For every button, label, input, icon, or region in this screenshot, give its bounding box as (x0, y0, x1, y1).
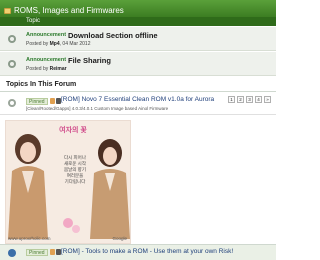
thread-row[interactable]: Pinned [ROM] Novo 7 Essential Clean ROM … (0, 93, 276, 115)
page-link[interactable]: 3 (246, 96, 253, 103)
thread-title-link[interactable]: [ROM] - Tools to make a ROM - Use them a… (61, 248, 233, 255)
announcement-row[interactable]: Announcement Download Section offline Po… (0, 27, 276, 51)
announcement-title-link[interactable]: Download Section offline (68, 31, 158, 40)
thread-title-link[interactable]: [ROM] Novo 7 Essential Clean ROM v1.0a f… (61, 96, 214, 103)
announcement-meta: Posted by Reimar (26, 66, 67, 72)
ad-copy: 다시 피어나 새로운 시작 봄날의 향기 여러분을 기다립니다 (53, 155, 97, 185)
announcement-label: Announcement (26, 57, 67, 63)
ad-line: 기다립니다 (64, 179, 86, 184)
forum-header: ROMS, Images and Firmwares (0, 0, 276, 17)
author-link[interactable]: Reimar (50, 66, 67, 72)
ad-url[interactable]: www.uproxrholic.com (8, 236, 51, 241)
ad-headline: 여자의 꽃 (59, 127, 87, 134)
announcement-icon (8, 60, 16, 68)
next-page-link[interactable]: » (264, 96, 271, 103)
column-header-topic[interactable]: Topic (0, 17, 276, 26)
attachment-icon (50, 98, 55, 104)
pinned-badge: Pinned (26, 98, 48, 105)
thread-status-icon (8, 249, 16, 257)
announcement-meta: Posted by Mp4, 04 Mar 2012 (26, 41, 91, 47)
posted-by-label: Posted by (26, 41, 49, 47)
announcement-row[interactable]: Announcement File Sharing Posted by Reim… (0, 52, 276, 76)
thread-pager: 1 2 3 4 » (228, 96, 271, 103)
post-date: , 04 Mar 2012 (59, 41, 91, 47)
ad-provider: Google (112, 236, 127, 241)
thread-status-icon (8, 99, 16, 107)
announcement-icon (8, 35, 16, 43)
thread-row[interactable]: Pinned [ROM] - Tools to make a ROM - Use… (0, 244, 276, 260)
topics-section-title: Topics In This Forum (0, 80, 276, 92)
announcement-label: Announcement (26, 32, 67, 38)
thread-description: [Clean/Rooted/Gapps] 4.0.3/4.0.1 Custom … (26, 106, 169, 111)
author-link[interactable]: Mp4 (50, 41, 60, 47)
page-link[interactable]: 2 (237, 96, 244, 103)
page-link[interactable]: 1 (228, 96, 235, 103)
posted-by-label: Posted by (26, 66, 49, 72)
advertisement-banner[interactable]: 여자의 꽃 다시 피어나 새로운 시작 봄날의 향기 여러분을 기다립니다 ww… (5, 120, 131, 244)
forum-title: ROMS, Images and Firmwares (14, 6, 124, 15)
page-link[interactable]: 4 (255, 96, 262, 103)
announcement-title-link[interactable]: File Sharing (68, 56, 111, 65)
folder-icon (4, 7, 11, 14)
pinned-badge: Pinned (26, 249, 48, 256)
attachment-icon (50, 249, 55, 255)
